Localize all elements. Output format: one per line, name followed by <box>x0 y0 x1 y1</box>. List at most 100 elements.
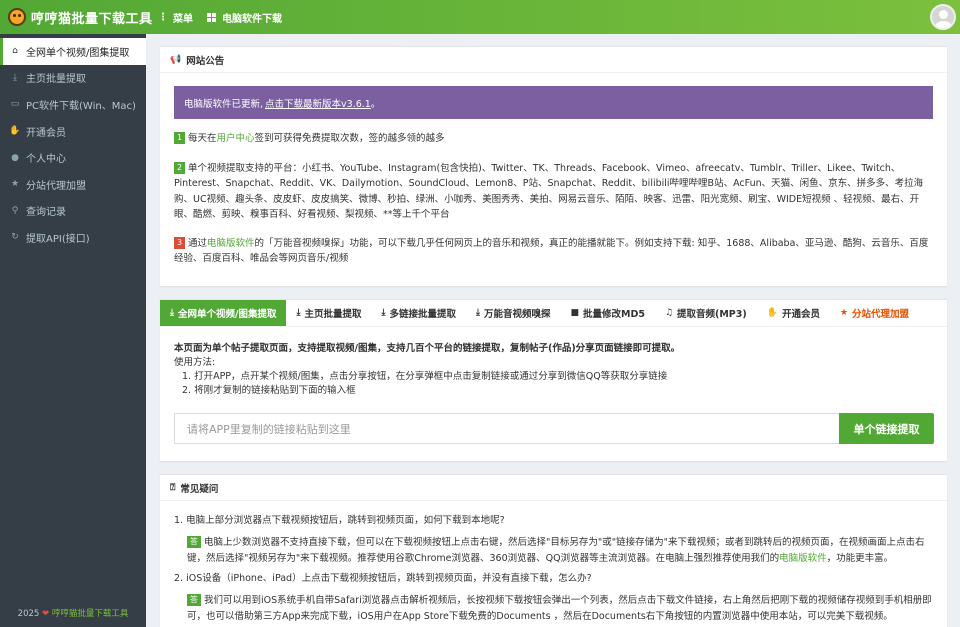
tab-bar: ⤓ 全网单个视频/图集提取 ⤓ 主页批量提取 ⤓ 多链接批量提取 ⤓ 万能音视频… <box>160 300 947 327</box>
top-bar: 哼哼猫批量下载工具 ⋮ 菜单 电脑软件下载 <box>0 0 960 34</box>
sidebar-footer: 2025 ❤ 哼哼猫批量下载工具 <box>0 607 146 619</box>
pc-download-label: 电脑软件下载 <box>222 13 282 25</box>
usage-step-2: 2. 将刚才复制的链接粘贴到下面的输入框 <box>182 385 356 396</box>
sidebar-item-batch-extract[interactable]: ⤓ 主页批量提取 <box>0 65 146 92</box>
notice-panel: 📢 网站公告 电脑版软件已更新, 点击下载最新版本v3.6.1 。 1 每天在用户… <box>160 46 947 286</box>
answer-text: ，功能更丰富。 <box>826 553 894 564</box>
tab-membership[interactable]: ✋ 开通会员 <box>757 300 830 326</box>
bullhorn-icon: 📢 <box>170 54 182 65</box>
music-icon: ♫ <box>664 308 674 318</box>
menu-label: 菜单 <box>173 13 193 25</box>
notice-header: 📢 网站公告 <box>160 47 947 73</box>
search-icon: ⚲ <box>11 205 19 216</box>
thumbs-up-icon: ✋ <box>766 308 778 318</box>
faq-question-1: 1. 电脑上部分浏览器点下载视频按钮后，跳转到视频页面，如何下载到本地呢? <box>174 515 505 526</box>
banner-suffix: 。 <box>370 98 381 110</box>
sidebar-item-membership[interactable]: ✋ 开通会员 <box>0 118 146 145</box>
tab-agency[interactable]: ★ 分站代理加盟 <box>830 300 919 326</box>
sidebar: ⌂ 全网单个视频/图集提取 ⤓ 主页批量提取 ▭ PC软件下载(Win、Mac)… <box>0 34 146 627</box>
pc-download-link[interactable]: 电脑软件下载 <box>207 10 282 25</box>
tab-single-extract[interactable]: ⤓ 全网单个视频/图集提取 <box>160 300 287 326</box>
star-icon: ★ <box>839 308 849 318</box>
sidebar-item-label: PC软件下载(Win、Mac) <box>26 100 136 112</box>
notice-item-1: 1 每天在用户中心签到可获得免费提取次数，签的越多领的越多 <box>174 131 933 147</box>
sidebar-item-label: 开通会员 <box>26 127 66 139</box>
refresh-icon: ↻ <box>11 232 19 243</box>
answer-badge: 答 <box>187 536 201 548</box>
user-center-link[interactable]: 用户中心 <box>217 133 255 144</box>
pc-software-link[interactable]: 电脑版软件 <box>779 553 827 564</box>
tab-batch-extract[interactable]: ⤓ 主页批量提取 <box>286 300 371 326</box>
download-icon: ⤓ <box>170 308 174 318</box>
faq-question-2: 2. iOS设备（iPhone、iPad）上点击下载视频按钮后，跳转到视频页面，… <box>174 573 592 584</box>
menu-button[interactable]: ⋮ 菜单 <box>158 10 193 25</box>
update-banner: 电脑版软件已更新, 点击下载最新版本v3.6.1 。 <box>174 86 933 119</box>
tab-label: 分站代理加盟 <box>852 309 910 320</box>
notice-item-3: 3 通过电脑版软件的「万能音视频嗅探」功能，可以下载几乎任何网页上的音乐和视频，真… <box>174 236 933 267</box>
usage-description: 本页面为单个帖子提取页面，支持提取视频/图集，支持几百个平台的链接提取，复制帖子… <box>174 342 933 398</box>
notice-item-2: 2 单个视频提取支持的平台：小红书、YouTube、Instagram(包含快拍)… <box>174 161 933 223</box>
video-icon: ■ <box>570 308 579 318</box>
download-latest-link[interactable]: 点击下载最新版本v3.6.1 <box>265 96 371 110</box>
main-content: 📢 网站公告 电脑版软件已更新, 点击下载最新版本v3.6.1 。 1 每天在用户… <box>146 34 960 627</box>
sidebar-item-label: 全网单个视频/图集提取 <box>26 47 130 59</box>
page-description: 本页面为单个帖子提取页面，支持提取视频/图集，支持几百个平台的链接提取，复制帖子… <box>174 343 681 354</box>
sidebar-item-label: 提取API(接口) <box>26 233 90 245</box>
extract-panel: ⤓ 全网单个视频/图集提取 ⤓ 主页批量提取 ⤓ 多链接批量提取 ⤓ 万能音视频… <box>160 299 947 461</box>
tab-label: 全网单个视频/图集提取 <box>177 309 277 320</box>
notice-number-badge: 3 <box>174 236 185 249</box>
single-extract-button[interactable]: 单个链接提取 <box>839 413 934 444</box>
cat-logo-icon <box>8 8 26 26</box>
sidebar-item-single-extract[interactable]: ⌂ 全网单个视频/图集提取 <box>0 38 146 65</box>
faq-title: 常见疑问 <box>180 483 219 495</box>
pc-software-link[interactable]: 电脑版软件 <box>207 238 255 249</box>
faq-answer-2: 答我们可以用到iOS系统手机自带Safari浏览器点击解析视频后，长按视频下载按… <box>187 593 933 625</box>
sidebar-item-label: 主页批量提取 <box>26 74 86 86</box>
sidebar-item-query-records[interactable]: ⚲ 查询记录 <box>0 198 146 225</box>
footer-year: 2025 <box>17 609 40 619</box>
question-circle-icon: ⍰ <box>170 482 176 493</box>
faq-panel: ⍰ 常见疑问 1. 电脑上部分浏览器点下载视频按钮后，跳转到视频页面，如何下载到… <box>160 474 947 627</box>
link-input[interactable]: 请将APP里复制的链接粘贴到这里 <box>174 413 839 444</box>
usage-step-1: 1. 打开APP，点开某个视频/图集，点击分享按钮，在分享弹框中点击复制链接或通… <box>182 371 668 382</box>
notice-text: 单个视频提取支持的平台：小红书、YouTube、Instagram(包含快拍)、… <box>174 162 924 221</box>
heart-icon: ❤ <box>42 609 50 619</box>
tab-label: 开通会员 <box>781 309 820 320</box>
tab-md5[interactable]: ■ 批量修改MD5 <box>560 300 654 326</box>
user-icon: ● <box>11 152 19 163</box>
answer-text: 我们可以用到iOS系统手机自带Safari浏览器点击解析视频后，长按视频下载按钮… <box>187 595 932 622</box>
notice-text: 每天在 <box>188 133 217 144</box>
tab-sniffer[interactable]: ⤓ 万能音视频嗅探 <box>466 300 561 326</box>
download-icon: ⤓ <box>13 72 17 83</box>
tab-label: 批量修改MD5 <box>582 309 645 320</box>
home-icon: ⌂ <box>12 46 18 57</box>
answer-badge: 答 <box>187 594 201 606</box>
sidebar-item-agency[interactable]: ★ 分站代理加盟 <box>0 171 146 198</box>
notice-number-badge: 1 <box>174 132 185 144</box>
footer-brand[interactable]: 哼哼猫批量下载工具 <box>52 609 129 619</box>
app-logo[interactable]: 哼哼猫批量下载工具 <box>0 0 153 34</box>
tab-label: 主页批量提取 <box>304 309 362 320</box>
menu-dots-icon: ⋮ <box>158 11 168 23</box>
sidebar-item-api[interactable]: ↻ 提取API(接口) <box>0 224 146 251</box>
tab-audio[interactable]: ♫ 提取音频(MP3) <box>655 300 757 326</box>
download-icon: ⤓ <box>296 308 301 318</box>
banner-prefix: 电脑版软件已更新, <box>184 98 264 110</box>
thumbs-up-icon: ✋ <box>9 126 21 137</box>
tab-label: 提取音频(MP3) <box>677 309 747 320</box>
faq-answer-1: 答电脑上少数浏览器不支持直接下载，但可以在下载视频按钮上点击右键，然后选择"目标… <box>187 535 933 567</box>
sidebar-item-label: 分站代理加盟 <box>26 180 86 192</box>
windows-icon <box>207 12 216 22</box>
notice-title: 网站公告 <box>186 55 225 67</box>
tab-multi-link[interactable]: ⤓ 多链接批量提取 <box>371 300 466 326</box>
link-input-row: 请将APP里复制的链接粘贴到这里 单个链接提取 <box>174 413 934 444</box>
notice-text: 通过 <box>188 237 208 249</box>
download-icon: ⤓ <box>475 308 480 318</box>
app-title: 哼哼猫批量下载工具 <box>31 11 153 27</box>
tab-label: 万能音视频嗅探 <box>483 309 551 320</box>
user-avatar[interactable] <box>930 4 956 30</box>
notice-text: 的「万能音视频嗅探」功能，可以下载几乎任何网页上的音乐和视频，真正的能播就能下。… <box>174 237 929 265</box>
star-icon: ★ <box>10 179 20 190</box>
sidebar-item-user-center[interactable]: ● 个人中心 <box>0 144 146 171</box>
sidebar-item-pc-software[interactable]: ▭ PC软件下载(Win、Mac) <box>0 91 146 118</box>
